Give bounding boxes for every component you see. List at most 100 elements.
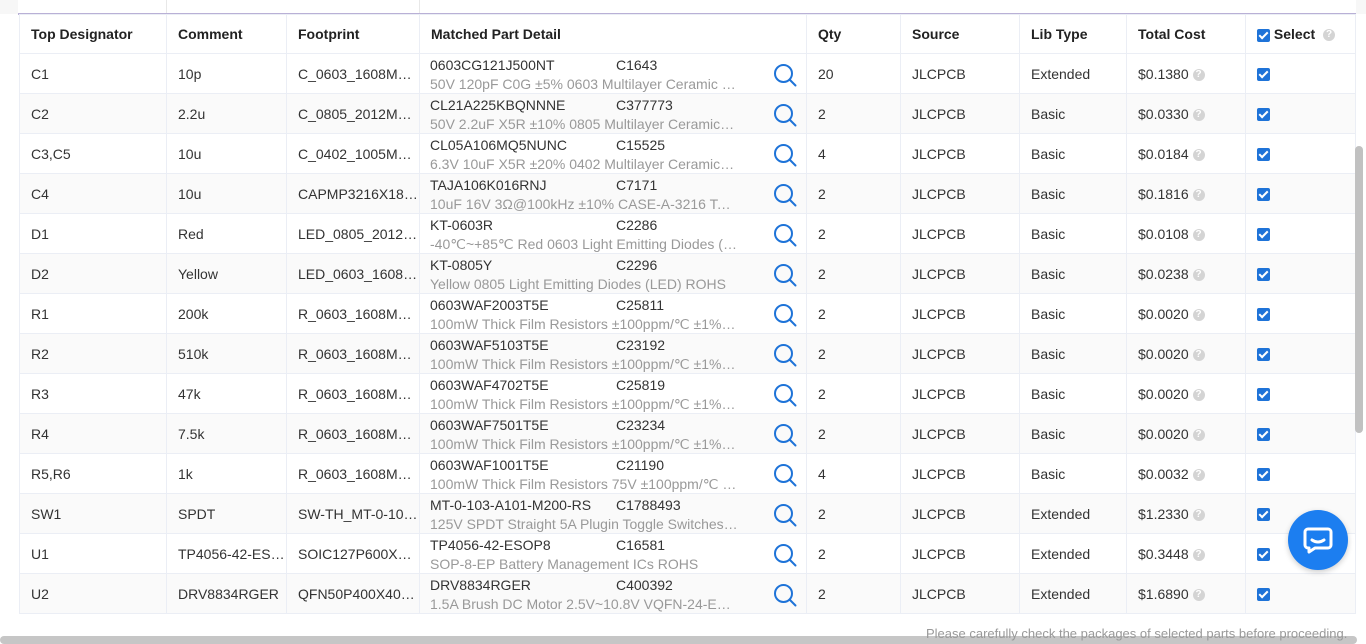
question-mark-icon[interactable]: ? <box>1323 29 1336 42</box>
cell-designator: R2 <box>19 333 167 374</box>
question-mark-icon[interactable]: ? <box>1192 468 1205 481</box>
search-icon[interactable] <box>772 302 798 328</box>
question-mark-icon[interactable]: ? <box>1192 68 1205 81</box>
row-select-checkbox[interactable] <box>1257 308 1270 322</box>
column-divider <box>419 0 420 13</box>
total-cost-value: $0.0020 <box>1138 425 1189 442</box>
question-mark-icon[interactable]: ? <box>1192 388 1205 401</box>
cell-source: JLCPCB <box>900 253 1020 294</box>
cell-comment: 47k <box>166 373 287 414</box>
cell-comment: 510k <box>166 333 287 374</box>
cell-comment: 10p <box>166 53 287 94</box>
cell-select <box>1245 53 1356 94</box>
part-description: -40℃~+85℃ Red 0603 Light Emitting Diodes… <box>430 236 738 252</box>
row-select-checkbox[interactable] <box>1257 548 1270 562</box>
part-description: 50V 120pF C0G ±5% 0603 Multilayer Cerami… <box>430 76 738 92</box>
question-mark-icon[interactable]: ? <box>1192 508 1205 521</box>
header-source: Source <box>900 14 1020 54</box>
cell-total-cost: $0.1816? <box>1126 173 1246 214</box>
search-icon[interactable] <box>772 262 798 288</box>
header-top-designator: Top Designator <box>19 14 167 54</box>
search-icon[interactable] <box>772 462 798 488</box>
question-mark-icon[interactable]: ? <box>1192 188 1205 201</box>
search-icon[interactable] <box>772 182 798 208</box>
cell-comment: Red <box>166 213 287 254</box>
row-select-checkbox[interactable] <box>1257 228 1270 242</box>
cell-footprint: QFN50P400X400X100-25N <box>286 573 420 614</box>
cell-source: JLCPCB <box>900 133 1020 174</box>
question-mark-icon[interactable]: ? <box>1192 588 1205 601</box>
search-icon[interactable] <box>772 342 798 368</box>
question-mark-icon[interactable]: ? <box>1192 268 1205 281</box>
cell-qty: 20 <box>806 53 901 94</box>
cell-total-cost: $0.3448? <box>1126 533 1246 574</box>
row-select-checkbox[interactable] <box>1257 268 1270 282</box>
question-mark-icon[interactable]: ? <box>1192 228 1205 241</box>
row-select-checkbox[interactable] <box>1257 348 1270 362</box>
row-select-checkbox[interactable] <box>1257 68 1270 82</box>
search-icon[interactable] <box>772 582 798 608</box>
cell-select <box>1245 333 1356 374</box>
table-row: R4 7.5k R_0603_1608Metric 0603WAF7501T5E C23… <box>19 413 1356 454</box>
part-description: 1.5A Brush DC Motor 2.5V~10.8V VQFN-24-E… <box>430 596 738 612</box>
cell-matched-part-detail: MT-0-103-A101-M200-RS C1788493 125V SPDT S… <box>419 493 807 534</box>
question-mark-icon[interactable]: ? <box>1192 108 1205 121</box>
cell-comment: 10u <box>166 173 287 214</box>
row-select-checkbox[interactable] <box>1257 388 1270 402</box>
header-select: Select ? <box>1245 14 1356 54</box>
row-select-checkbox[interactable] <box>1257 428 1270 442</box>
table-row: D2YellowLED_0603_1608Metric KT-0805Y C2296… <box>19 253 1356 294</box>
search-icon[interactable] <box>772 382 798 408</box>
row-select-checkbox[interactable] <box>1257 108 1270 122</box>
cell-footprint: C_0603_1608Metric <box>286 53 420 94</box>
table-row: C3,C5 10u C_0402_1005Metric CL05A106MQ5NUNC… <box>19 133 1356 174</box>
lcsc-part-code: C7171 <box>616 177 658 193</box>
part-number: TAJA106K016RNJ <box>430 177 547 193</box>
cell-matched-part-detail: CL21A225KBQNNNE C377773 50V 2.2uF X5R ±10%… <box>419 93 807 134</box>
question-mark-icon[interactable]: ? <box>1192 308 1205 321</box>
cell-lib-type: Basic <box>1019 133 1127 174</box>
cell-comment: 200k <box>166 293 287 334</box>
part-number: 0603WAF2003T5E <box>430 297 549 313</box>
cell-designator: C3,C5 <box>19 133 167 174</box>
cell-footprint: LED_0603_1608Metric <box>286 253 420 294</box>
lcsc-part-code: C23234 <box>616 417 666 433</box>
chat-button[interactable] <box>1288 510 1348 570</box>
row-select-checkbox[interactable] <box>1257 588 1270 602</box>
cell-lib-type: Basic <box>1019 333 1127 374</box>
cell-matched-part-detail: 0603WAF7501T5E C23234 100mW Thick Film Res… <box>419 413 807 454</box>
vertical-scrollbar[interactable] <box>1355 146 1363 433</box>
search-icon[interactable] <box>772 102 798 128</box>
cell-footprint: SOIC127P600X170-9N <box>286 533 420 574</box>
cell-matched-part-detail: 0603WAF1001T5E C21190 100mW Thick Film Res… <box>419 453 807 494</box>
lcsc-part-code: C1788493 <box>616 497 681 513</box>
row-select-checkbox[interactable] <box>1257 188 1270 202</box>
cell-comment: 1k <box>166 453 287 494</box>
question-mark-icon[interactable]: ? <box>1192 148 1205 161</box>
table-header-row: Top Designator Comment Footprint Matched… <box>19 14 1356 54</box>
question-mark-icon[interactable]: ? <box>1192 428 1205 441</box>
row-select-checkbox[interactable] <box>1257 508 1270 522</box>
cell-qty: 4 <box>806 453 901 494</box>
header-lib-type: Lib Type <box>1019 14 1127 54</box>
search-icon[interactable] <box>772 422 798 448</box>
lcsc-part-code: C16581 <box>616 537 666 553</box>
search-icon[interactable] <box>772 502 798 528</box>
search-icon[interactable] <box>772 542 798 568</box>
total-cost-value: $0.0020 <box>1138 385 1189 402</box>
part-number: 0603WAF4702T5E <box>430 377 549 393</box>
cell-total-cost: $0.0108? <box>1126 213 1246 254</box>
question-mark-icon[interactable]: ? <box>1192 348 1205 361</box>
row-select-checkbox[interactable] <box>1257 148 1270 162</box>
row-select-checkbox[interactable] <box>1257 468 1270 482</box>
search-icon[interactable] <box>772 62 798 88</box>
table-row: U2DRV8834RGERQFN50P400X400X100-25NDRV883… <box>19 573 1356 614</box>
cell-source: JLCPCB <box>900 93 1020 134</box>
cell-source: JLCPCB <box>900 373 1020 414</box>
part-description: 100mW Thick Film Resistors ±100ppm/℃ ±1%… <box>430 436 738 452</box>
search-icon[interactable] <box>772 222 798 248</box>
part-number: TP4056-42-ESOP8 <box>430 537 551 553</box>
search-icon[interactable] <box>772 142 798 168</box>
select-all-checkbox[interactable] <box>1257 28 1270 42</box>
question-mark-icon[interactable]: ? <box>1192 548 1205 561</box>
